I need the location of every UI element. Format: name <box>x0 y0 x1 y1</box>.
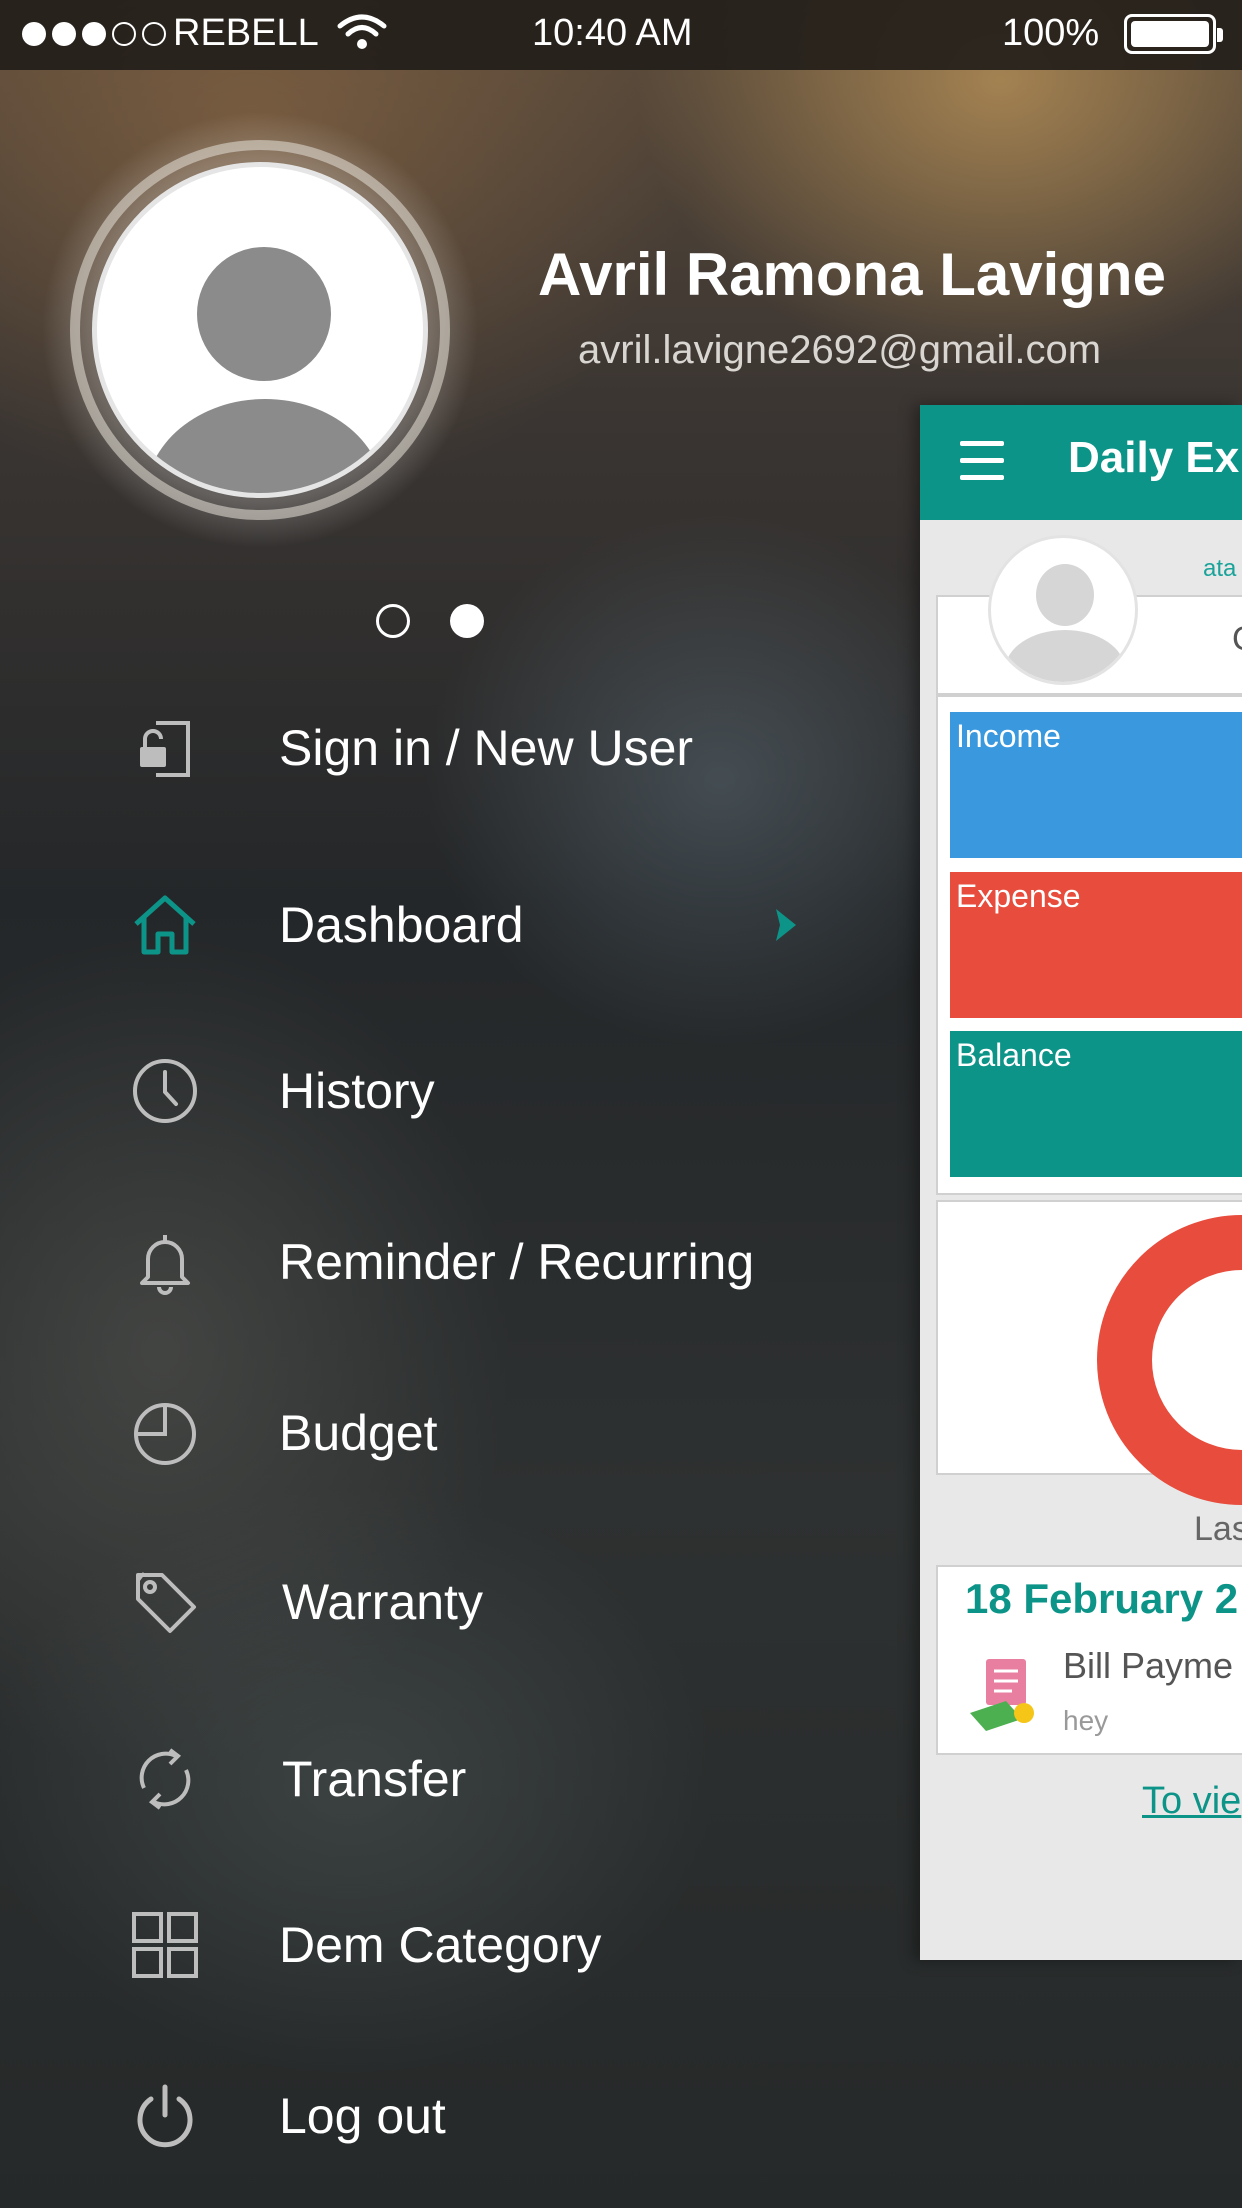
preview-data-text: ata <box>1203 555 1237 582</box>
preview-last-label: Las <box>1194 1510 1242 1548</box>
menu-item-label: Warranty <box>282 1574 483 1630</box>
home-icon <box>130 890 200 960</box>
chevron-right-icon <box>776 909 796 941</box>
menu-item-sign-in[interactable]: Sign in / New User <box>0 688 880 808</box>
avatar-head-icon <box>197 247 331 381</box>
balance-tile[interactable]: Balance <box>950 1031 1242 1177</box>
balance-label: Balance <box>956 1037 1072 1073</box>
menu-item-label: Budget <box>279 1405 438 1461</box>
preview-title: Daily Exp <box>1068 433 1242 482</box>
sync-icon <box>130 1744 200 1814</box>
menu-item-label: Transfer <box>282 1751 467 1807</box>
bill-payment-icon <box>970 1659 1034 1731</box>
preview-avatar <box>988 535 1138 685</box>
bell-icon <box>130 1227 200 1297</box>
battery-icon <box>1124 14 1223 54</box>
menu-item-label: Dashboard <box>279 897 524 953</box>
expense-label: Expense <box>956 878 1081 914</box>
expense-tile[interactable]: Expense <box>950 872 1242 1018</box>
menu-item-log-out[interactable]: Log out <box>0 2056 880 2176</box>
clock-icon <box>130 1056 200 1126</box>
income-label: Income <box>956 718 1061 754</box>
menu-item-label: Reminder / Recurring <box>279 1234 755 1290</box>
transaction-note: hey <box>1063 1705 1109 1736</box>
lock-door-icon <box>130 713 200 783</box>
menu-item-label: History <box>279 1063 435 1119</box>
preview-g-text: G <box>1232 620 1242 659</box>
page-dot[interactable] <box>376 604 410 638</box>
menu-item-label: Sign in / New User <box>279 720 694 776</box>
menu-item-warranty[interactable]: Warranty <box>0 1542 880 1662</box>
menu-item-dashboard[interactable]: Dashboard <box>0 865 880 985</box>
pie-icon <box>130 1398 200 1468</box>
menu-item-budget[interactable]: Budget <box>0 1373 880 1493</box>
status-bar: REBELL 10:40 AM 100% <box>0 0 1242 70</box>
dashboard-preview[interactable]: Daily Exp ata G Income Expense Balance L… <box>920 405 1242 1960</box>
transaction-date: 18 February 2 <box>965 1575 1239 1622</box>
power-icon <box>130 2081 200 2151</box>
menu-item-label: Dem Category <box>279 1917 602 1973</box>
carrier-name: REBELL <box>173 12 319 54</box>
income-tile[interactable]: Income <box>950 712 1242 858</box>
tag-icon <box>130 1567 200 1637</box>
menu-item-transfer[interactable]: Transfer <box>0 1719 880 1839</box>
battery-percentage: 100% <box>1002 12 1100 54</box>
signal-strength-icon <box>22 22 166 46</box>
grid-icon <box>130 1910 200 1980</box>
clock-time: 10:40 AM <box>532 12 693 54</box>
user-email: avril.lavigne2692@gmail.com <box>578 328 1102 372</box>
menu-item-dem-category[interactable]: Dem Category <box>0 1885 880 2005</box>
avatar-body-icon <box>145 399 385 493</box>
page-dot-active[interactable] <box>450 604 484 638</box>
menu-item-reminder[interactable]: Reminder / Recurring <box>0 1202 880 1322</box>
menu-item-history[interactable]: History <box>0 1031 880 1151</box>
avatar[interactable] <box>92 162 428 498</box>
menu-item-label: Log out <box>279 2088 446 2144</box>
wifi-icon <box>337 14 387 49</box>
hamburger-menu-icon[interactable] <box>960 441 1004 481</box>
transaction-title: Bill Payme <box>1063 1645 1234 1686</box>
view-more-link[interactable]: To vie <box>1142 1780 1241 1823</box>
user-name: Avril Ramona Lavigne <box>538 241 1166 308</box>
page-indicator <box>376 604 484 638</box>
preview-app-bar: Daily Exp <box>920 405 1242 520</box>
